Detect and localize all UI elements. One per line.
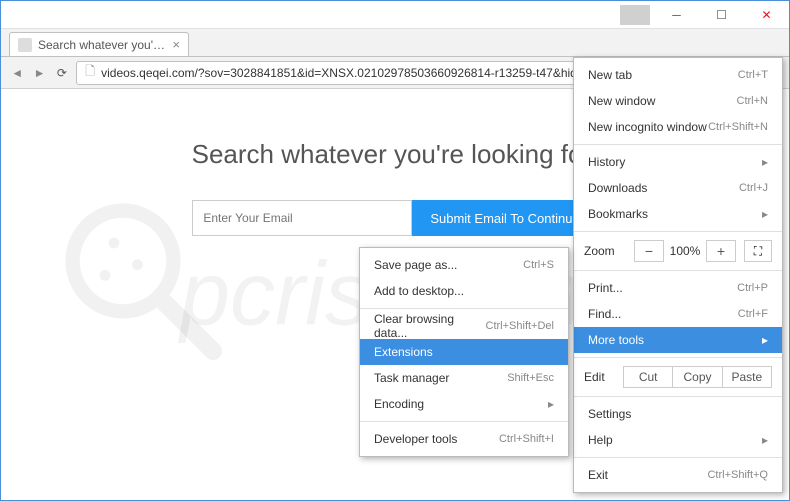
menu-separator <box>574 357 782 358</box>
menu-separator <box>574 396 782 397</box>
menu-separator <box>360 308 568 309</box>
page-heading: Search whatever you're looking for! <box>192 139 599 170</box>
tab-title: Search whatever you're loo <box>38 38 166 52</box>
maximize-button[interactable]: ☐ <box>699 1 744 29</box>
submenu-extensions[interactable]: Extensions <box>360 339 568 365</box>
submenu-add-desktop[interactable]: Add to desktop... <box>360 278 568 304</box>
tab-bar: Search whatever you're loo × <box>1 29 789 57</box>
menu-print[interactable]: Print...Ctrl+P <box>574 275 782 301</box>
menu-separator <box>574 457 782 458</box>
favicon-icon <box>18 38 32 52</box>
paste-button[interactable]: Paste <box>722 366 772 388</box>
cut-button[interactable]: Cut <box>623 366 673 388</box>
menu-edit: Edit Cut Copy Paste <box>574 362 782 392</box>
menu-downloads[interactable]: DownloadsCtrl+J <box>574 175 782 201</box>
submenu-encoding[interactable]: Encoding▸ <box>360 391 568 417</box>
menu-separator <box>574 231 782 232</box>
menu-separator <box>574 270 782 271</box>
back-button[interactable]: ◄ <box>9 60 25 86</box>
zoom-out-button[interactable]: − <box>634 240 664 262</box>
menu-zoom: Zoom − 100% + ⛶ <box>574 236 782 266</box>
menu-exit[interactable]: ExitCtrl+Shift+Q <box>574 462 782 488</box>
email-input[interactable] <box>192 200 412 236</box>
submenu-save-page[interactable]: Save page as...Ctrl+S <box>360 252 568 278</box>
minimize-button[interactable]: ─ <box>654 1 699 29</box>
menu-separator <box>360 421 568 422</box>
zoom-in-button[interactable]: + <box>706 240 736 262</box>
forward-button: ► <box>31 60 47 86</box>
menu-new-tab[interactable]: New tabCtrl+T <box>574 62 782 88</box>
menu-history[interactable]: History▸ <box>574 149 782 175</box>
window-titlebar: ─ ☐ ✕ <box>1 1 789 29</box>
browser-tab[interactable]: Search whatever you're loo × <box>9 32 189 56</box>
fullscreen-button[interactable]: ⛶ <box>744 240 772 262</box>
user-icon[interactable] <box>620 5 650 25</box>
reload-button[interactable]: ⟳ <box>54 60 70 86</box>
copy-button[interactable]: Copy <box>672 366 722 388</box>
main-menu: New tabCtrl+T New windowCtrl+N New incog… <box>573 57 783 493</box>
menu-more-tools[interactable]: More tools▸ <box>574 327 782 353</box>
page-icon: 🗋 <box>83 66 97 80</box>
tab-close-icon[interactable]: × <box>172 37 180 52</box>
email-form: Submit Email To Continue <box>192 200 597 236</box>
zoom-label: Zoom <box>584 244 634 258</box>
submenu-clear-browsing[interactable]: Clear browsing data...Ctrl+Shift+Del <box>360 313 568 339</box>
close-button[interactable]: ✕ <box>744 1 789 29</box>
zoom-value: 100% <box>664 244 706 258</box>
menu-help[interactable]: Help▸ <box>574 427 782 453</box>
submit-button[interactable]: Submit Email To Continue <box>412 200 597 236</box>
menu-new-window[interactable]: New windowCtrl+N <box>574 88 782 114</box>
edit-label: Edit <box>584 370 624 384</box>
submenu-devtools[interactable]: Developer toolsCtrl+Shift+I <box>360 426 568 452</box>
menu-settings[interactable]: Settings <box>574 401 782 427</box>
menu-find[interactable]: Find...Ctrl+F <box>574 301 782 327</box>
submenu-task-manager[interactable]: Task managerShift+Esc <box>360 365 568 391</box>
menu-separator <box>574 144 782 145</box>
menu-incognito[interactable]: New incognito windowCtrl+Shift+N <box>574 114 782 140</box>
more-tools-submenu: Save page as...Ctrl+S Add to desktop... … <box>359 247 569 457</box>
menu-bookmarks[interactable]: Bookmarks▸ <box>574 201 782 227</box>
